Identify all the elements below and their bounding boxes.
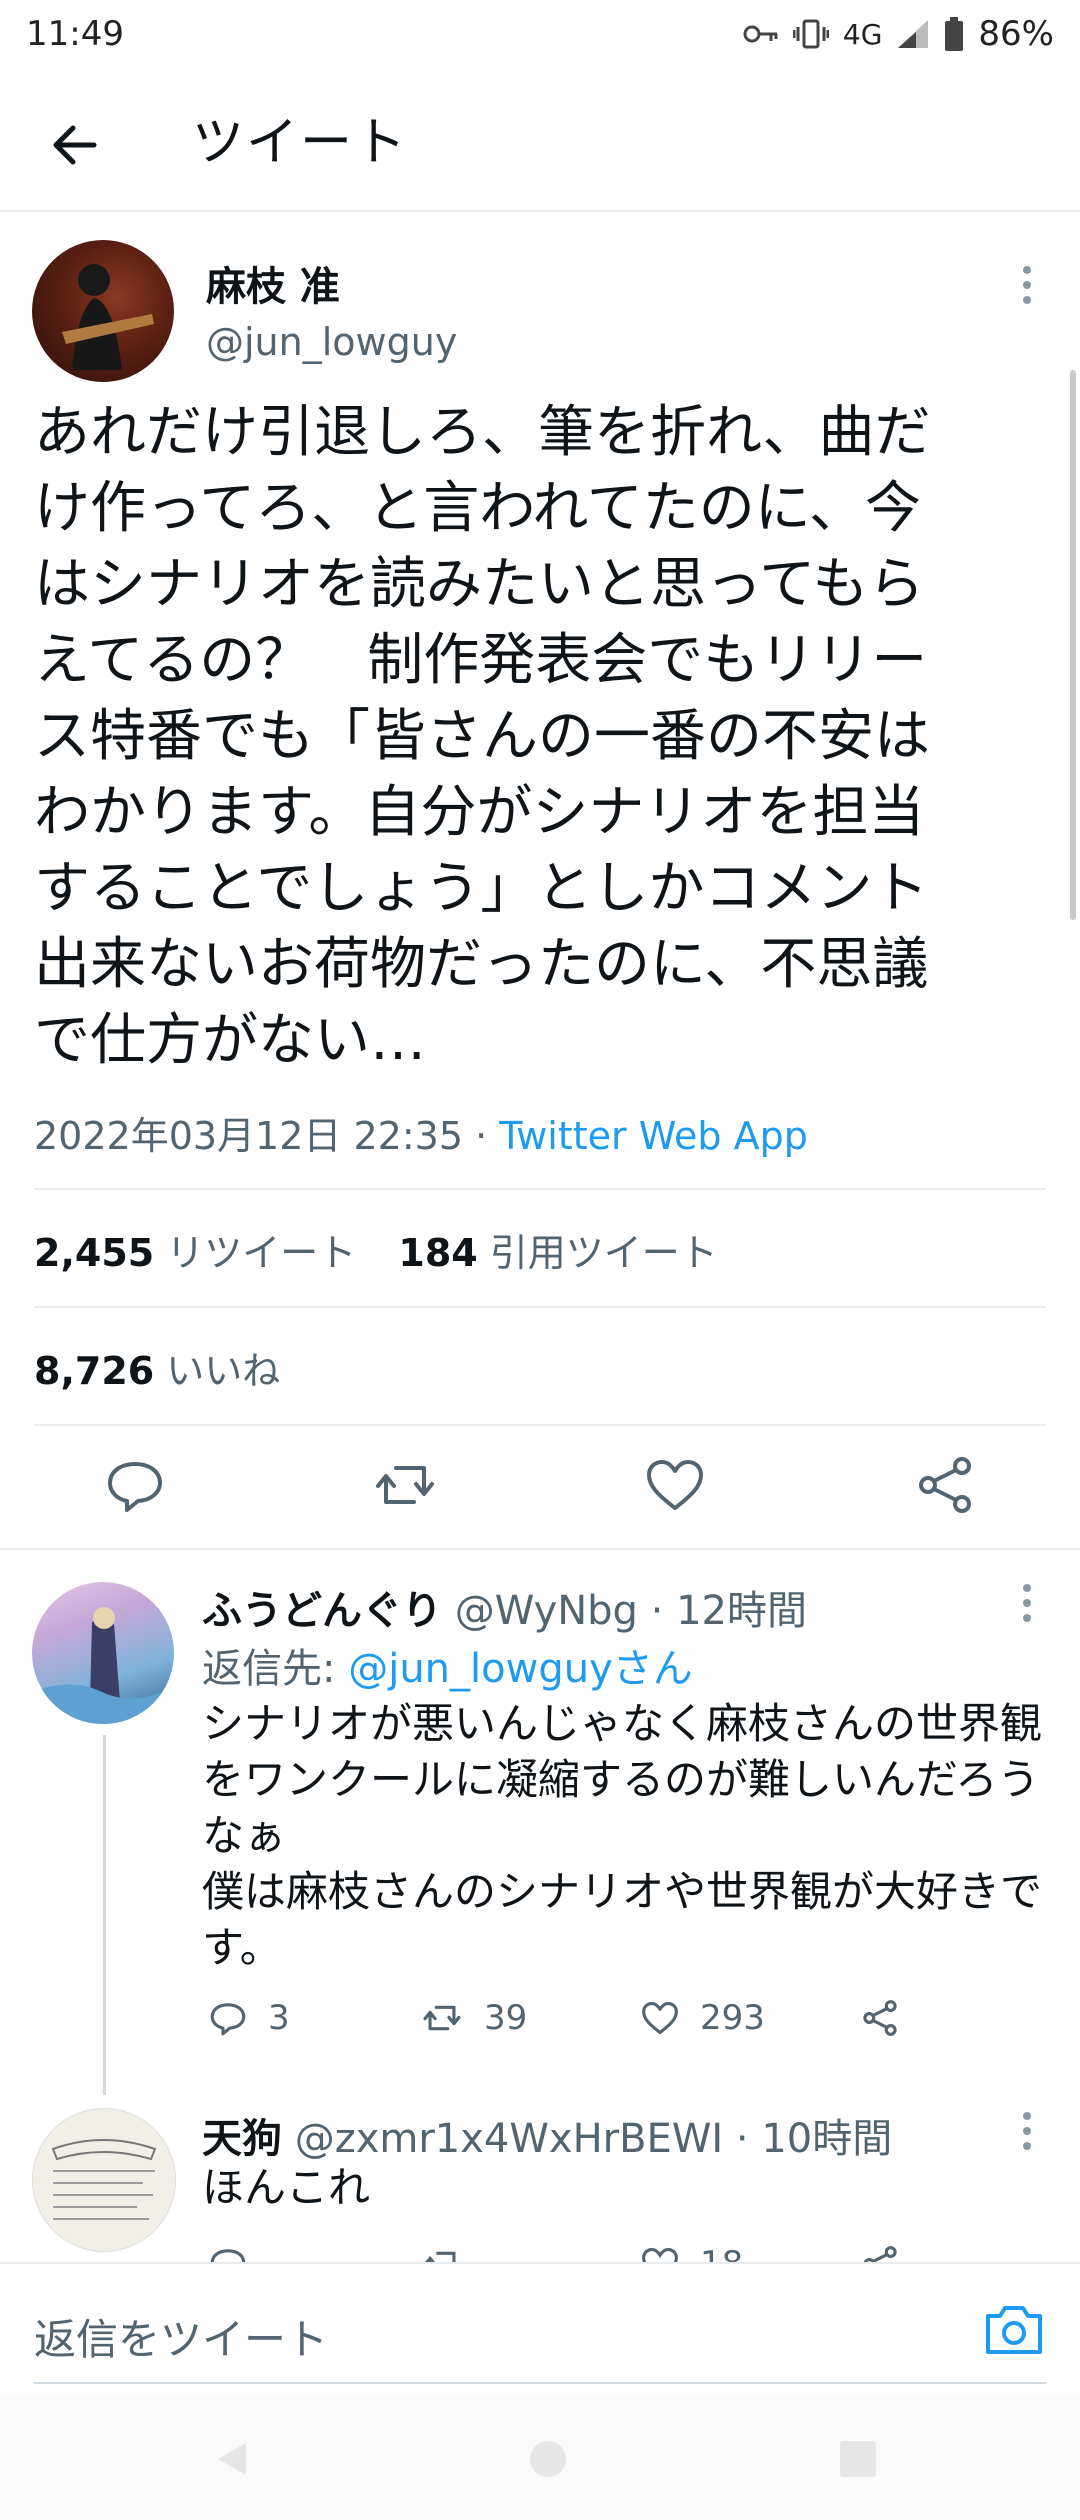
retweet-icon [376, 1466, 434, 1504]
tweet-source-link[interactable]: Twitter Web App [499, 1114, 808, 1158]
divider [34, 1306, 1046, 1308]
key-icon [743, 25, 778, 43]
like-icon [647, 1460, 703, 1510]
battery-icon [945, 17, 964, 51]
likes-stat[interactable]: 8,726 いいね [34, 1340, 280, 1395]
tweet-meta: 2022年03月12日 22:35 · Twitter Web App [34, 1105, 808, 1160]
camera-button[interactable] [982, 2300, 1046, 2360]
page-title: ツイート [192, 113, 409, 173]
reply-text: シナリオが悪いんじゃなく麻枝さんの世界観 をワンクールに凝縮するのが難しいんだろ… [202, 1699, 1043, 1972]
likes-count: 8,726 [34, 1349, 155, 1393]
quotes-stat[interactable]: 184 引用ツイート [398, 1231, 717, 1275]
top-app-bar: ツイート [0, 70, 1080, 212]
divider [34, 1188, 1046, 1190]
status-bar: 11:49 4G 86% [0, 0, 1080, 70]
like-count: 293 [700, 1998, 765, 2038]
reply-avatar[interactable] [32, 1582, 174, 1724]
reply-icon [210, 2003, 246, 2036]
reply-composer: 返信をツイート [0, 2262, 1080, 2394]
reply-author-handle[interactable]: @zxmr1x4WxHrBEWI [295, 2116, 723, 2162]
system-nav-bar [0, 2395, 1080, 2520]
reply-text: ほんこれ [202, 2163, 371, 2212]
signal-icon [898, 20, 929, 48]
nav-home-icon[interactable] [526, 2437, 570, 2481]
share-button[interactable] [910, 1450, 980, 1520]
nav-recents-icon[interactable] [838, 2439, 878, 2479]
status-time: 11:49 [26, 14, 124, 54]
reply-time: · 10時間 [723, 2116, 893, 2162]
battery-percent: 86% [978, 14, 1054, 54]
retweets-count: 2,455 [34, 1231, 155, 1275]
reply-to-link[interactable]: @jun_lowguyさん [348, 1646, 693, 1692]
back-button[interactable] [40, 110, 110, 180]
reply-reply-button[interactable]: 3 [206, 1996, 290, 2040]
vibrate-icon [792, 19, 829, 49]
reply-like-button[interactable]: 18 [638, 2242, 743, 2262]
tweet-datetime: 2022年03月12日 22:35 [34, 1114, 464, 1158]
share-icon [919, 1457, 971, 1513]
tweet-text: あれだけ引退しろ、筆を折れ、曲だ け作ってろ、と言われてたのに、今 はシナリオを… [34, 400, 931, 1073]
share-icon[interactable] [858, 2242, 902, 2262]
reply-more-button[interactable] [1012, 1578, 1042, 1628]
author-avatar[interactable] [32, 240, 174, 382]
reply-to-prefix: 返信先: [202, 1646, 349, 1692]
quotes-count: 184 [398, 1231, 478, 1275]
status-icons: 4G 86% [743, 14, 1054, 54]
reply-input[interactable]: 返信をツイート [34, 2306, 328, 2367]
reply-header: 天狗 @zxmr1x4WxHrBEWI · 10時間 [202, 2106, 892, 2164]
like-button[interactable] [640, 1450, 710, 1520]
reply-actions-clipped: 18 [0, 2230, 1080, 2262]
network-type: 4G [842, 17, 883, 51]
like-icon [642, 2247, 678, 2262]
retweet-icon [423, 2005, 461, 2031]
retweet-count: 39 [484, 1998, 528, 2038]
reply-header: ふうどんぐり @WyNbg · 12時間 [202, 1578, 807, 1636]
back-arrow-icon [53, 125, 97, 165]
reply-count: 3 [268, 1998, 290, 2038]
scrollbar-track[interactable] [1070, 370, 1076, 920]
thread-line [103, 1735, 106, 2095]
retweet-icon[interactable] [418, 2242, 466, 2262]
reply-like-button[interactable]: 293 [638, 1996, 765, 2040]
like-icon [642, 2001, 678, 2035]
reply-author-name[interactable]: 天狗 [202, 2116, 282, 2162]
reply-button[interactable] [100, 1450, 170, 1520]
retweets-stat[interactable]: 2,455 リツイート [34, 1231, 356, 1275]
tweet-more-button[interactable] [1012, 260, 1042, 310]
more-vertical-icon [1023, 266, 1031, 304]
more-vertical-icon [1023, 1584, 1031, 1622]
nav-back-icon[interactable] [210, 2437, 254, 2481]
more-vertical-icon [1023, 2112, 1031, 2150]
reply-more-button[interactable] [1012, 2106, 1042, 2156]
divider [34, 1424, 1046, 1426]
reply-author-handle[interactable]: @WyNbg [455, 1588, 638, 1634]
reply-icon[interactable] [206, 2242, 250, 2262]
share-icon [863, 2000, 897, 2036]
reply-retweet-button[interactable]: 39 [418, 1996, 527, 2040]
reply-icon [108, 1462, 162, 1512]
like-count: 18 [700, 2244, 743, 2262]
meta-separator: · [463, 1114, 500, 1158]
reply-author-name[interactable]: ふうどんぐり [202, 1588, 442, 1634]
composer-underline [34, 2382, 1046, 2384]
reply-to-line: 返信先: @jun_lowguyさん [202, 1636, 693, 1694]
quotes-label: 引用ツイート [477, 1231, 718, 1275]
divider [0, 1548, 1080, 1550]
author-handle[interactable]: @jun_lowguy [206, 320, 457, 364]
retweet-button[interactable] [370, 1450, 440, 1520]
retweets-label: リツイート [154, 1231, 357, 1275]
author-name[interactable]: 麻枝 准 [206, 254, 340, 312]
stats-row: 2,455 リツイート 184 引用ツイート [34, 1222, 718, 1277]
reply-share-button[interactable] [858, 1996, 902, 2040]
likes-label: いいね [154, 1349, 281, 1393]
reply-time: · 12時間 [637, 1588, 807, 1634]
camera-icon [986, 2306, 1042, 2354]
